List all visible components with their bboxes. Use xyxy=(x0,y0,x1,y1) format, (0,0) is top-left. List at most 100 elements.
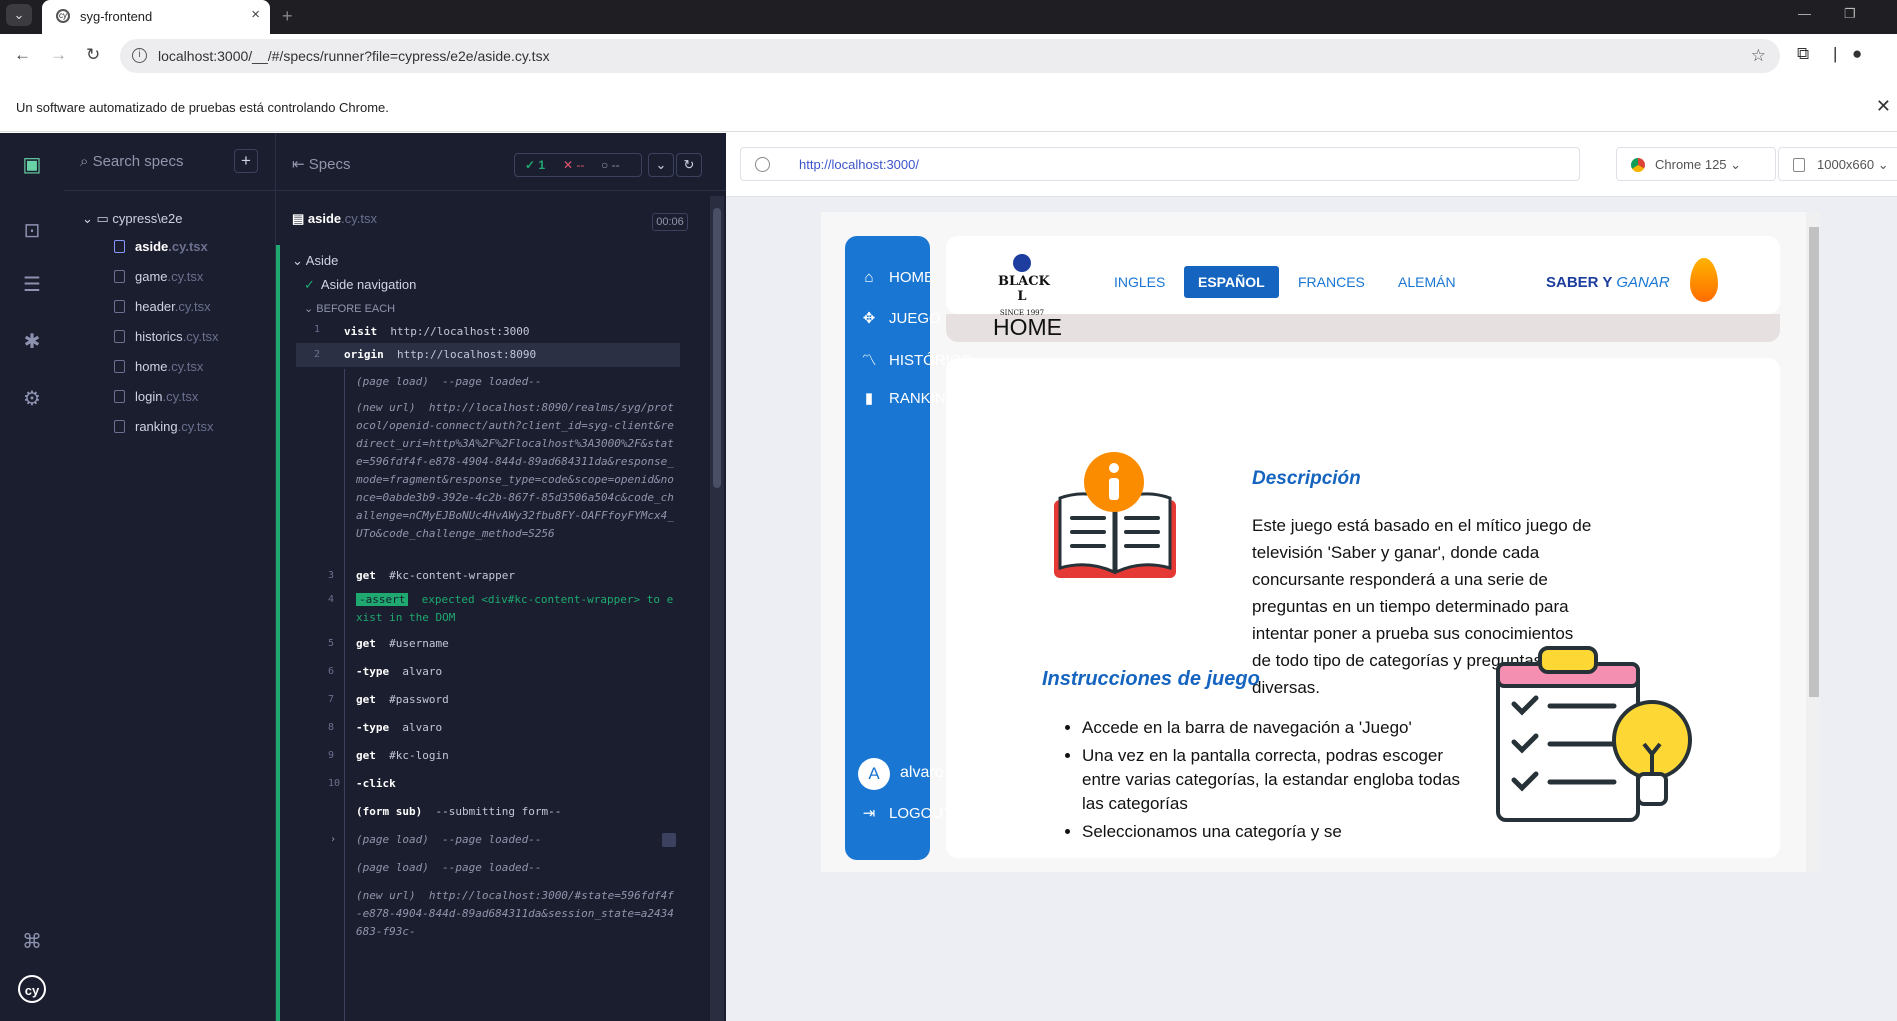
spec-file-item[interactable]: historics.cy.tsx xyxy=(114,329,219,344)
aut-url-field[interactable]: http://localhost:3000/ xyxy=(740,147,1580,181)
scrollbar-thumb[interactable] xyxy=(713,208,721,488)
spec-file-item[interactable]: aside.cy.tsx xyxy=(114,239,208,254)
reporter-scrollbar[interactable] xyxy=(710,196,724,1021)
spec-file-item[interactable]: header.cy.tsx xyxy=(114,299,211,314)
new-tab-icon[interactable]: + xyxy=(282,6,293,27)
brand-part-1: SABER Y xyxy=(1546,274,1613,291)
nav-item-juego[interactable]: ✥ JUEGO xyxy=(859,309,941,327)
lang-espanol[interactable]: ESPAÑOL xyxy=(1184,266,1279,298)
logo-text: BLACK L xyxy=(998,274,1050,304)
spec-name: aside xyxy=(307,211,342,226)
search-specs-input[interactable]: ⌕ Search specs xyxy=(80,153,183,170)
rerun-button[interactable]: ↻ xyxy=(676,153,702,177)
logout-button[interactable]: ⇥ LOGOUT xyxy=(859,804,953,822)
chart-line-icon: 〽 xyxy=(861,352,877,369)
command-row[interactable]: 7 get #password xyxy=(306,691,690,713)
new-spec-button[interactable]: + xyxy=(234,149,258,173)
command-row[interactable]: 5 get #username xyxy=(306,635,690,657)
close-tab-icon[interactable]: × xyxy=(251,6,260,23)
passed-value: 1 xyxy=(538,158,546,172)
command-message: --page loaded-- xyxy=(442,375,542,388)
spec-file-item[interactable]: home.cy.tsx xyxy=(114,359,203,374)
chevron-right-icon[interactable]: › xyxy=(330,831,350,849)
infobar-close-icon[interactable]: ✕ xyxy=(1876,96,1891,117)
project-logo-icon[interactable]: ▣ xyxy=(18,151,46,179)
nav-label: JUEGO xyxy=(889,310,941,327)
suite-title[interactable]: ⌄ Aside xyxy=(292,253,338,269)
lang-frances[interactable]: FRANCES xyxy=(1298,274,1365,290)
browser-selector[interactable]: Chrome 125 ⌄ xyxy=(1616,147,1776,181)
command-row[interactable]: 8 -type alvaro xyxy=(306,719,690,741)
chevron-down-icon: ⌄ xyxy=(292,253,306,268)
lang-aleman[interactable]: ALEMÁN xyxy=(1398,274,1456,290)
debug-bug-icon[interactable]: ✱ xyxy=(18,328,46,356)
hook-label: BEFORE EACH xyxy=(316,303,396,315)
specs-panel: ⌕ Search specs + ⌄ ▭ cypress\e2e aside.c… xyxy=(64,133,276,1021)
specs-nav-icon[interactable]: ⊡ xyxy=(18,217,46,245)
back-icon[interactable]: ← xyxy=(14,45,31,65)
nav-item-home[interactable]: ⌂ HOME xyxy=(859,269,934,286)
command-row[interactable]: 9 get #kc-login xyxy=(306,747,690,769)
keyboard-shortcuts-icon[interactable]: ⌘ xyxy=(18,928,46,956)
command-name: -click xyxy=(356,777,396,790)
command-row[interactable]: (page load) --page loaded-- xyxy=(306,859,690,881)
forward-icon[interactable]: → xyxy=(50,45,67,65)
command-row[interactable]: (form sub) --submitting form-- xyxy=(306,803,690,825)
bookmark-star-icon[interactable]: ☆ xyxy=(1751,46,1766,66)
expand-toggle-button[interactable]: ⌄ xyxy=(648,153,674,177)
avatar[interactable]: A xyxy=(858,758,890,790)
scrollbar-thumb[interactable] xyxy=(1809,227,1819,697)
command-name: (page load) xyxy=(356,375,429,388)
runs-nav-icon[interactable]: ☰ xyxy=(18,271,46,299)
command-number: 10 xyxy=(328,778,341,789)
command-row[interactable]: 10 -click xyxy=(306,775,690,797)
minimize-window-icon[interactable]: — xyxy=(1798,6,1811,21)
document-icon: ▤ xyxy=(292,211,308,226)
command-row[interactable]: 1 visit http://localhost:3000 xyxy=(306,321,690,343)
search-placeholder: Search specs xyxy=(92,153,184,170)
command-row[interactable]: 2 origin http://localhost:8090 xyxy=(296,343,680,367)
command-name: visit xyxy=(344,325,378,338)
browser-tab[interactable]: cy syg-frontend × xyxy=(42,0,270,34)
spec-file-item[interactable]: login.cy.tsx xyxy=(114,389,198,404)
command-name: -type xyxy=(356,665,390,678)
browser-tab-bar: ⌄ cy syg-frontend × + — ❐ xyxy=(0,0,1897,34)
command-row[interactable]: 4 -assert expected <div#kc-content-wrappe… xyxy=(306,591,690,631)
settings-gear-icon[interactable]: ⚙ xyxy=(18,385,46,413)
nav-item-ranking[interactable]: ▮ RANKING xyxy=(859,389,957,407)
restore-window-icon[interactable]: ❐ xyxy=(1844,6,1856,22)
reload-icon[interactable]: ↻ xyxy=(86,45,100,65)
lang-ingles[interactable]: INGLES xyxy=(1114,274,1165,290)
command-message: #username xyxy=(389,637,449,650)
viewport-selector[interactable]: 1000x660 ⌄ xyxy=(1778,147,1897,181)
command-row[interactable]: (page load) --page loaded-- xyxy=(306,371,690,393)
tab-search-button[interactable]: ⌄ xyxy=(6,4,32,26)
spec-file-item[interactable]: ranking.cy.tsx xyxy=(114,419,214,434)
brand-logo[interactable]: BLACK L SINCE 1997 xyxy=(998,254,1050,317)
command-row[interactable]: › (page load) --page loaded-- xyxy=(306,831,690,853)
command-row[interactable] xyxy=(306,915,690,1005)
selector-playground-target-icon[interactable] xyxy=(755,157,770,172)
command-row[interactable]: 3 get #kc-content-wrapper xyxy=(306,567,690,589)
command-name: (page load) xyxy=(356,833,429,846)
command-row[interactable]: (new url) http://localhost:3000/#state=5… xyxy=(306,887,690,938)
app-scrollbar[interactable] xyxy=(1806,212,1820,872)
spec-file-item[interactable]: game.cy.tsx xyxy=(114,269,203,284)
instructions-title: Instrucciones de juego xyxy=(1042,668,1260,690)
address-bar[interactable]: i localhost:3000/__/#/specs/runner?file=… xyxy=(120,39,1780,73)
hook-title[interactable]: ⌄ BEFORE EACH xyxy=(304,302,395,315)
extensions-icon[interactable]: ⧉ xyxy=(1797,44,1809,64)
suite-label: Aside xyxy=(305,253,339,268)
test-title[interactable]: ✓ Aside navigation xyxy=(304,277,416,293)
site-info-icon[interactable]: i xyxy=(132,48,147,63)
divider xyxy=(64,190,276,191)
passed-count: ✓ 1 xyxy=(525,158,546,172)
profile-icon[interactable]: ● xyxy=(1852,44,1862,64)
command-number: 4 xyxy=(328,594,335,605)
spec-folder[interactable]: ⌄ ▭ cypress\e2e xyxy=(82,211,183,227)
description-title: Descripción xyxy=(1252,468,1361,489)
chevron-down-icon: ⌄ xyxy=(82,211,97,226)
command-row[interactable]: (new url) http://localhost:8090/realms/s… xyxy=(306,397,690,565)
command-row[interactable]: 6 -type alvaro xyxy=(306,663,690,685)
reporter-title[interactable]: ⇤ Specs xyxy=(292,155,350,173)
